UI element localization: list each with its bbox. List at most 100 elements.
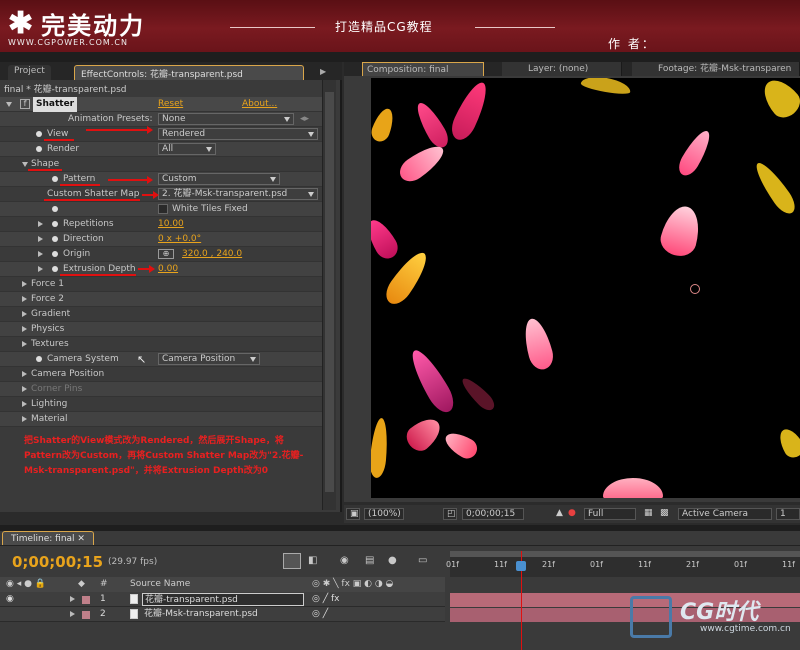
tab-composition-label: Composition: final: [367, 65, 449, 75]
current-time-field[interactable]: 0;00;00;15: [462, 508, 524, 520]
presets-label: Animation Presets:: [68, 114, 153, 124]
frame-blending-icon[interactable]: ▤: [365, 555, 374, 566]
expand-material-icon[interactable]: [22, 416, 27, 422]
layer-switches-icons[interactable]: ◎ ╱ fx: [312, 592, 340, 607]
white-tiles-checkbox[interactable]: [158, 204, 168, 214]
corner-pins-row[interactable]: Corner Pins: [0, 382, 322, 397]
composition-mini-flowchart-icon[interactable]: [283, 553, 301, 569]
resolution-dropdown[interactable]: Full: [584, 508, 636, 520]
expand-force2-icon[interactable]: [22, 296, 27, 302]
preset-nav-icon[interactable]: ◂▸: [300, 112, 309, 127]
always-preview-icon[interactable]: ▣: [346, 508, 360, 520]
expand-shape-icon[interactable]: [22, 162, 28, 167]
time-ruler[interactable]: 01f 11f 21f 01f 11f 21f 01f 11f: [446, 551, 800, 577]
lighting-row[interactable]: Lighting: [0, 397, 322, 412]
tab-footage[interactable]: Footage: 花瓣-Msk-transparen: [632, 62, 800, 76]
extrusion-stopwatch-icon[interactable]: [52, 266, 58, 272]
pattern-stopwatch-icon[interactable]: [52, 176, 58, 182]
force1-row[interactable]: Force 1: [0, 277, 322, 292]
petal: [395, 139, 449, 187]
render-dropdown[interactable]: All: [158, 143, 216, 155]
white-tiles-stopwatch-icon[interactable]: [52, 206, 58, 212]
current-time-indicator-icon[interactable]: [516, 561, 526, 571]
repetitions-stopwatch-icon[interactable]: [52, 221, 58, 227]
composition-canvas[interactable]: [371, 78, 800, 498]
tab-effect-controls[interactable]: EffectControls: 花瓣-transparent.psd: [74, 65, 304, 80]
channels-icon[interactable]: ●: [568, 508, 576, 518]
expand-layer-icon[interactable]: [70, 611, 75, 617]
view-layout-dropdown[interactable]: 1 Vie: [776, 508, 800, 520]
camera-system-dropdown[interactable]: Camera Position: [158, 353, 260, 365]
expand-direction-icon[interactable]: [38, 236, 43, 242]
expand-textures-icon[interactable]: [22, 341, 27, 347]
presets-dropdown[interactable]: None: [158, 113, 294, 125]
pattern-row: Pattern Custom: [0, 172, 322, 187]
origin-stopwatch-icon[interactable]: [52, 251, 58, 257]
crosshair-icon[interactable]: ⊕: [158, 249, 174, 259]
custom-map-dropdown[interactable]: 2. 花瓣-Msk-transparent.psd: [158, 188, 318, 200]
camera-position-label: Camera Position: [31, 369, 105, 379]
panel-menu-icon[interactable]: ▶: [320, 67, 326, 76]
tab-composition[interactable]: Composition: final: [362, 62, 484, 76]
expand-camera-position-icon[interactable]: [22, 371, 27, 377]
tab-project[interactable]: Project: [8, 65, 51, 80]
view-dropdown[interactable]: Rendered: [158, 128, 318, 140]
snapshot-icon[interactable]: ◰: [443, 508, 457, 520]
expand-physics-icon[interactable]: [22, 326, 27, 332]
tab-layer[interactable]: Layer: (none): [502, 62, 622, 76]
view-stopwatch-icon[interactable]: [36, 131, 42, 137]
expand-corner-pins-icon[interactable]: [22, 386, 27, 392]
timeline-timecode[interactable]: 0;00;00;15: [12, 553, 103, 571]
layer-switches-icons[interactable]: ◎ ╱: [312, 607, 328, 622]
label-color-swatch[interactable]: [82, 596, 90, 604]
extrusion-value[interactable]: 0.00: [158, 262, 178, 277]
reset-link[interactable]: Reset: [158, 97, 183, 112]
draft-3d-icon[interactable]: ◧: [308, 555, 317, 566]
work-area-bar[interactable]: [450, 551, 800, 557]
layer-row[interactable]: 2 花瓣-Msk-transparent.psd ◎ ╱: [0, 607, 445, 622]
force2-row[interactable]: Force 2: [0, 292, 322, 307]
render-stopwatch-icon[interactable]: [36, 146, 42, 152]
top-strip: [0, 52, 800, 62]
label-color-swatch[interactable]: [82, 611, 90, 619]
motion-blur-icon[interactable]: ●: [388, 555, 397, 566]
expand-effect-icon[interactable]: [6, 102, 12, 107]
shy-layers-icon[interactable]: ◉: [340, 555, 349, 566]
expand-origin-icon[interactable]: [38, 251, 43, 257]
eye-icon[interactable]: ◉: [6, 592, 14, 607]
scrollbar-thumb[interactable]: [325, 92, 334, 492]
fx-toggle-icon[interactable]: f: [20, 99, 30, 109]
active-camera-dropdown[interactable]: Active Camera: [678, 508, 772, 520]
direction-stopwatch-icon[interactable]: [52, 236, 58, 242]
expand-layer-icon[interactable]: [70, 596, 75, 602]
layer-name[interactable]: 花瓣-transparent.psd: [142, 593, 304, 606]
repetitions-value[interactable]: 10.00: [158, 217, 184, 232]
graph-editor-icon[interactable]: ▭: [418, 555, 427, 566]
pattern-dropdown[interactable]: Custom: [158, 173, 280, 185]
expand-lighting-icon[interactable]: [22, 401, 27, 407]
region-of-interest-icon[interactable]: ▦: [644, 508, 653, 518]
expand-gradient-icon[interactable]: [22, 311, 27, 317]
material-row[interactable]: Material: [0, 412, 322, 427]
expand-extrusion-icon[interactable]: [38, 266, 43, 272]
transparency-grid-icon[interactable]: ▩: [660, 508, 669, 518]
divider-left: [230, 27, 315, 28]
camera-system-stopwatch-icon[interactable]: [36, 356, 42, 362]
layer-row[interactable]: ◉ 1 花瓣-transparent.psd ◎ ╱ fx: [0, 592, 445, 607]
expand-repetitions-icon[interactable]: [38, 221, 43, 227]
repetitions-label: Repetitions: [63, 219, 114, 229]
camera-icon[interactable]: ▲: [556, 508, 563, 518]
physics-row[interactable]: Physics: [0, 322, 322, 337]
zoom-dropdown[interactable]: (100%): [364, 508, 404, 520]
about-link[interactable]: About...: [242, 97, 277, 112]
gradient-row[interactable]: Gradient: [0, 307, 322, 322]
direction-value[interactable]: 0 x +0.0°: [158, 232, 201, 247]
camera-position-row[interactable]: Camera Position: [0, 367, 322, 382]
expand-force1-icon[interactable]: [22, 281, 27, 287]
textures-row[interactable]: Textures: [0, 337, 322, 352]
tab-timeline[interactable]: Timeline: final ✕: [2, 531, 94, 545]
origin-value[interactable]: 320.0 , 240.0: [182, 247, 242, 262]
layer-name[interactable]: 花瓣-Msk-transparent.psd: [144, 607, 258, 622]
origin-target-icon[interactable]: [690, 284, 700, 294]
panel-scrollbar[interactable]: [322, 80, 336, 510]
